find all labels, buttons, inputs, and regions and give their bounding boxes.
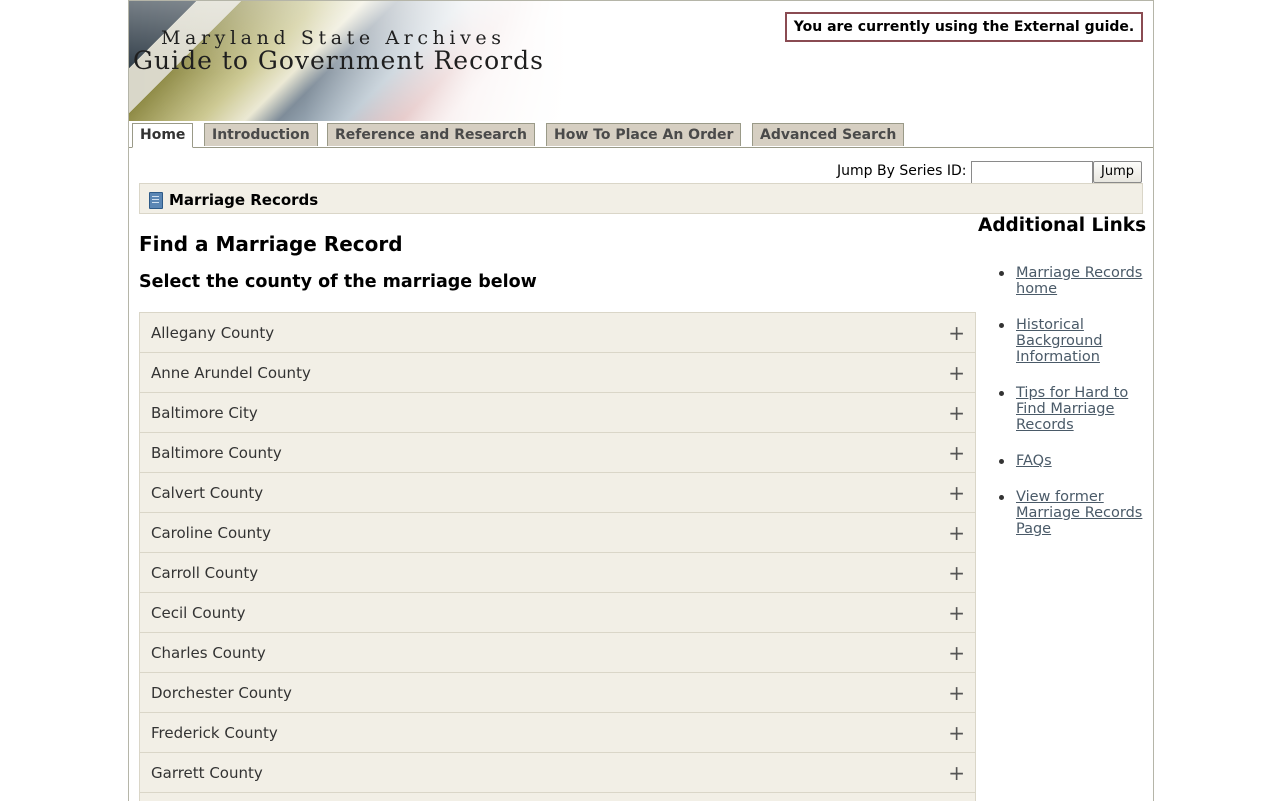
county-label: Anne Arundel County [151, 364, 311, 382]
sidebar-link-item: Marriage Records home [978, 265, 1148, 297]
county-label: Carroll County [151, 564, 259, 582]
page-container: Maryland State Archives Guide to Governm… [128, 0, 1154, 801]
county-item[interactable]: Frederick County + [139, 712, 976, 752]
expand-plus-icon[interactable]: + [948, 401, 965, 425]
tab-reference-and-research[interactable]: Reference and Research [327, 123, 535, 146]
county-item[interactable]: Anne Arundel County + [139, 352, 976, 392]
county-item[interactable]: Baltimore City + [139, 392, 976, 432]
page-title: Find a Marriage Record [139, 232, 403, 256]
sidebar-title: Additional Links [978, 215, 1147, 236]
county-item[interactable]: Baltimore County + [139, 432, 976, 472]
county-accordion: Allegany County + Anne Arundel County + Ba… [139, 312, 976, 801]
tab-bar: Home Introduction Reference and Research… [129, 123, 1153, 148]
link-historical-background[interactable]: Historical Background Information [1016, 317, 1103, 365]
county-item[interactable]: Cecil County + [139, 592, 976, 632]
link-faqs[interactable]: FAQs [1016, 453, 1052, 469]
header-banner: Maryland State Archives Guide to Governm… [129, 1, 569, 121]
breadcrumb: Marriage Records [139, 183, 1143, 214]
expand-plus-icon[interactable]: + [948, 521, 965, 545]
tab-advanced-search[interactable]: Advanced Search [752, 123, 905, 146]
tab-introduction[interactable]: Introduction [204, 123, 318, 146]
tab-how-to-place-an-order[interactable]: How To Place An Order [546, 123, 742, 146]
county-item[interactable]: Calvert County + [139, 472, 976, 512]
expand-plus-icon[interactable]: + [948, 561, 965, 585]
sidebar-link-item: FAQs [978, 453, 1148, 469]
sidebar-links: Marriage Records home Historical Backgro… [978, 265, 1148, 557]
county-item[interactable]: Charles County + [139, 632, 976, 672]
jump-button[interactable]: Jump [1093, 161, 1142, 183]
county-label: Frederick County [151, 724, 278, 742]
guide-notice: You are currently using the External gui… [785, 12, 1143, 42]
expand-plus-icon[interactable]: + [948, 321, 965, 345]
expand-plus-icon[interactable]: + [948, 441, 965, 465]
breadcrumb-label: Marriage Records [169, 191, 319, 209]
county-item[interactable]: Caroline County + [139, 512, 976, 552]
expand-plus-icon[interactable]: + [948, 601, 965, 625]
page-subtitle: Select the county of the marriage below [139, 272, 537, 292]
county-item[interactable]: Allegany County + [139, 312, 976, 352]
county-label: Calvert County [151, 484, 264, 502]
tab-home[interactable]: Home [132, 123, 194, 148]
county-label: Charles County [151, 644, 266, 662]
expand-plus-icon[interactable]: + [948, 681, 965, 705]
link-tips-hard-to-find[interactable]: Tips for Hard to Find Marriage Records [1016, 385, 1128, 433]
site-title: Guide to Government Records [133, 46, 544, 75]
county-label: Baltimore County [151, 444, 282, 462]
county-label: Caroline County [151, 524, 271, 542]
county-label: Allegany County [151, 324, 275, 342]
expand-plus-icon[interactable]: + [948, 481, 965, 505]
sidebar-link-item: Tips for Hard to Find Marriage Records [978, 385, 1148, 433]
book-icon [149, 192, 163, 209]
sidebar-link-item: View former Marriage Records Page [978, 489, 1148, 537]
expand-plus-icon[interactable]: + [948, 761, 965, 785]
county-label: Baltimore City [151, 404, 258, 422]
jump-label: Jump By Series ID: [837, 163, 967, 179]
expand-plus-icon[interactable]: + [948, 361, 965, 385]
county-label: Dorchester County [151, 684, 292, 702]
link-view-former-page[interactable]: View former Marriage Records Page [1016, 489, 1142, 537]
series-id-input[interactable] [971, 161, 1093, 184]
expand-plus-icon[interactable]: + [948, 641, 965, 665]
county-item[interactable]: Garrett County + [139, 752, 976, 792]
expand-plus-icon[interactable]: + [948, 721, 965, 745]
link-marriage-records-home[interactable]: Marriage Records home [1016, 265, 1142, 297]
county-label: Cecil County [151, 604, 246, 622]
county-item[interactable]: Carroll County + [139, 552, 976, 592]
county-item[interactable]: Dorchester County + [139, 672, 976, 712]
county-label: Garrett County [151, 764, 263, 782]
sidebar-link-item: Historical Background Information [978, 317, 1148, 365]
